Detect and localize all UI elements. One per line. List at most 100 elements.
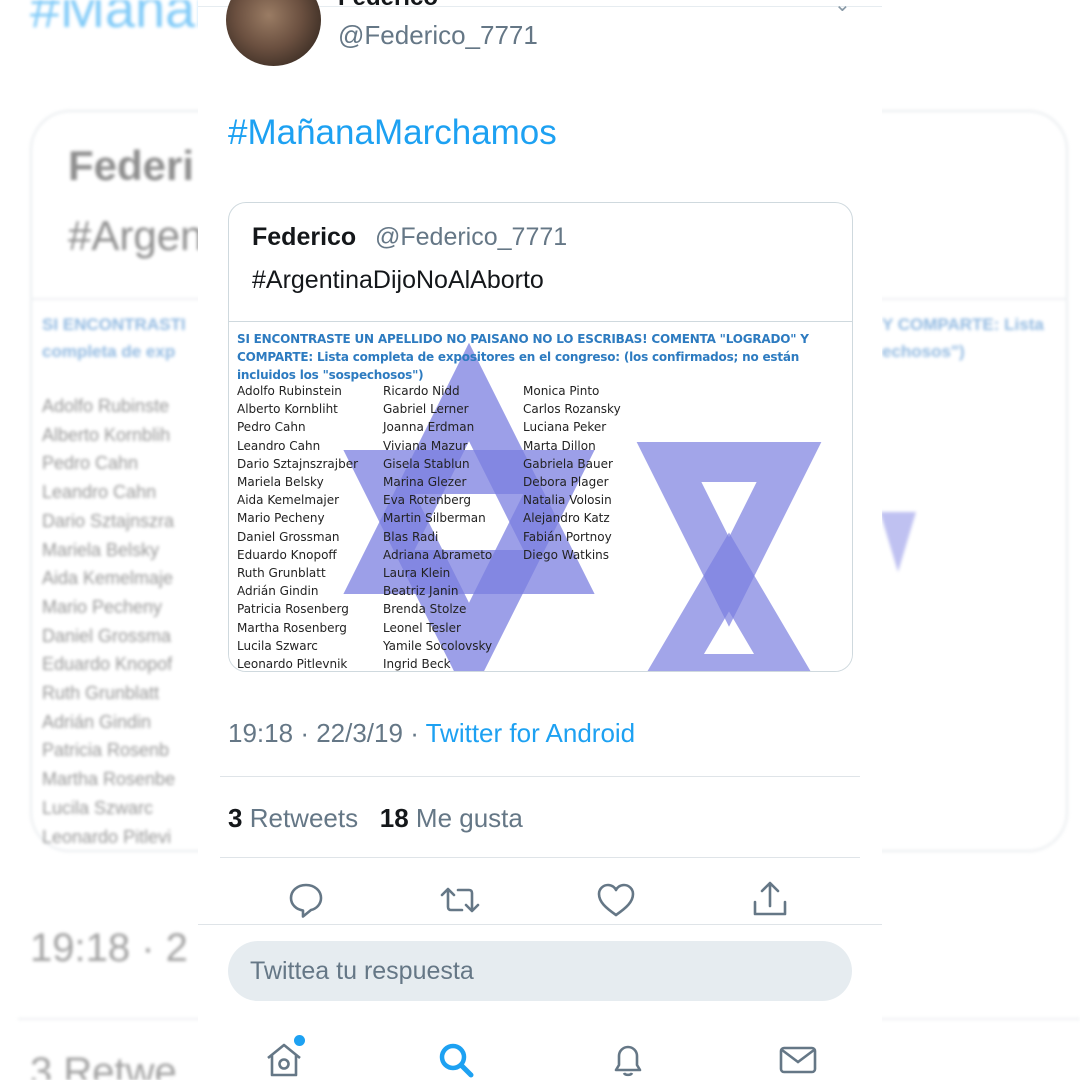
notifications-icon[interactable] bbox=[606, 1038, 650, 1080]
expositor-name: Adriana Abrameto bbox=[383, 547, 493, 562]
bg-header-right-1: Y COMPARTE: Lista bbox=[882, 315, 1044, 334]
names-column-3: Monica Pinto Carlos Rozansky Luciana Peker… bbox=[523, 382, 621, 564]
expositor-name: Brenda Stolze bbox=[383, 602, 467, 617]
divider bbox=[220, 857, 860, 858]
expositor-name: Patricia Rosenberg bbox=[237, 602, 349, 617]
expositor-name: Gabriela Bauer bbox=[523, 456, 613, 471]
bg-expositor-name: Adolfo Rubinste bbox=[42, 396, 170, 416]
expositor-name: Lucila Szwarc bbox=[237, 638, 318, 653]
reply-input[interactable]: Twittea tu respuesta bbox=[228, 941, 852, 1001]
bg-expositor-name: Leonardo Pitlevi bbox=[42, 826, 172, 847]
search-icon[interactable] bbox=[434, 1038, 478, 1080]
tweet-detail-panel: Federico @Federico_7771 ⌄ #MañanaMarcham… bbox=[198, 0, 882, 1080]
bg-expositor-name: Dario Sztajnszra bbox=[42, 510, 175, 531]
share-icon[interactable] bbox=[748, 878, 792, 922]
bg-expositor-name: Eduardo Knopof bbox=[42, 654, 173, 675]
expositor-name: Aida Kemelmajer bbox=[237, 493, 340, 508]
expositor-name: Gabriel Lerner bbox=[383, 402, 469, 417]
expositor-name: Yamile Socolovsky bbox=[383, 638, 493, 653]
quoted-tweet[interactable]: Federico @Federico_7771 #ArgentinaDijoNo… bbox=[228, 202, 853, 672]
expositor-name: Ruth Grunblatt bbox=[237, 566, 326, 581]
expositor-name: Mariela Belsky bbox=[237, 475, 324, 490]
bg-header-left-2: completa de exp bbox=[42, 342, 176, 361]
bg-expositor-name: Alberto Kornblih bbox=[42, 424, 171, 445]
messages-icon[interactable] bbox=[776, 1038, 820, 1080]
divider bbox=[220, 776, 860, 777]
tweet-actions bbox=[198, 878, 882, 922]
bg-expositor-name: Mariela Belsky bbox=[42, 539, 160, 560]
expositor-name: Gisela Stablun bbox=[383, 456, 470, 471]
bg-name-list: Adolfo Rubinste Alberto Kornblih Pedro Cah… bbox=[42, 392, 175, 851]
bg-retweets: 3 Retwe bbox=[30, 1050, 177, 1080]
retweet-icon[interactable] bbox=[438, 878, 482, 922]
bg-header-left-1: SI ENCONTRASTI bbox=[42, 315, 186, 334]
quoted-author-handle: @Federico_7771 bbox=[375, 223, 568, 251]
expositor-name: Eduardo Knopoff bbox=[237, 547, 337, 562]
tweet-date: 22/3/19 bbox=[316, 718, 403, 748]
bg-expositor-name: Daniel Grossma bbox=[42, 625, 172, 646]
bg-expositor-name: Lucila Szwarc bbox=[42, 797, 154, 818]
bg-time: 19:18 · 2 bbox=[30, 926, 188, 970]
author-name[interactable]: Federico bbox=[338, 0, 438, 12]
retweets-label[interactable]: Retweets bbox=[250, 803, 358, 833]
tweet-meta: 19:18 · 22/3/19 · Twitter for Android bbox=[228, 718, 635, 749]
expositor-name: Dario Sztajnszrajber bbox=[237, 456, 359, 471]
expositor-name: Eva Rotenberg bbox=[383, 493, 472, 508]
bg-name: Federi bbox=[68, 142, 195, 189]
quoted-image[interactable]: SI ENCONTRASTE UN APELLIDO NO PAISANO NO… bbox=[229, 321, 852, 672]
bg-expositor-name: Adrián Gindin bbox=[42, 711, 152, 732]
meta-separator: · bbox=[410, 718, 426, 748]
author-handle[interactable]: @Federico_7771 bbox=[338, 20, 538, 51]
expositor-name: Ingrid Beck bbox=[383, 657, 451, 672]
expositor-name: Joanna Erdman bbox=[383, 420, 475, 435]
chevron-down-icon[interactable]: ⌄ bbox=[834, 0, 851, 17]
divider bbox=[198, 924, 882, 925]
bg-expositor-name: Leandro Cahn bbox=[42, 482, 157, 503]
names-column-2: Ricardo Nidd Gabriel Lerner Joanna Erdman V… bbox=[383, 382, 493, 672]
expositor-name: Debora Plager bbox=[523, 475, 609, 490]
expositor-name: Leonel Tesler bbox=[383, 620, 461, 635]
expositor-name: Laura Klein bbox=[383, 566, 451, 581]
retweets-count[interactable]: 3 bbox=[228, 803, 242, 833]
bg-expositor-name: Ruth Grunblatt bbox=[42, 683, 160, 704]
bg-star-fragment bbox=[880, 512, 916, 572]
reply-icon[interactable] bbox=[284, 878, 328, 922]
expositor-name: Carlos Rozansky bbox=[523, 402, 621, 417]
expositor-name: Luciana Peker bbox=[523, 420, 607, 435]
meta-separator: · bbox=[300, 718, 317, 748]
tweet-stats: 3 Retweets 18 Me gusta bbox=[228, 803, 523, 834]
expositor-name: Leandro Cahn bbox=[237, 438, 321, 453]
expositor-name: Leonardo Pitlevnik bbox=[237, 657, 348, 672]
tweet-time: 19:18 bbox=[228, 718, 294, 748]
expositor-name: Adrián Gindin bbox=[237, 584, 319, 599]
expositor-name: Blas Radi bbox=[383, 529, 439, 544]
quoted-tweet-text: #ArgentinaDijoNoAlAborto bbox=[252, 266, 544, 294]
notification-dot bbox=[294, 1035, 305, 1046]
expositor-name: Marta Dillon bbox=[523, 438, 596, 453]
bg-expositor-name: Patricia Rosenb bbox=[42, 740, 170, 761]
quoted-author-name: Federico bbox=[252, 223, 357, 251]
expositor-name: Alberto Kornbliht bbox=[237, 402, 338, 417]
expositor-name: Monica Pinto bbox=[523, 384, 600, 398]
expositor-name: Pedro Cahn bbox=[237, 420, 306, 435]
expositor-name: Martha Rosenberg bbox=[237, 620, 347, 635]
expositor-name: Ricardo Nidd bbox=[383, 384, 460, 398]
avatar[interactable] bbox=[226, 0, 321, 66]
expositor-name: Natalia Volosin bbox=[523, 493, 612, 508]
expositor-name: Viviana Mazur bbox=[383, 438, 468, 453]
expositor-name: Fabián Portnoy bbox=[523, 529, 612, 544]
names-column-1: Adolfo Rubinstein Alberto Kornbliht Pedro … bbox=[237, 382, 359, 672]
like-icon[interactable] bbox=[594, 878, 638, 922]
expositor-name: Martin Silberman bbox=[383, 511, 486, 526]
image-header-text: SI ENCONTRASTE UN APELLIDO NO PAISANO NO… bbox=[237, 332, 809, 382]
expositor-name: Adolfo Rubinstein bbox=[237, 384, 342, 398]
likes-count[interactable]: 18 bbox=[380, 803, 409, 833]
expositor-name: Mario Pecheny bbox=[237, 511, 325, 526]
expositor-name: Marina Glezer bbox=[383, 475, 467, 490]
likes-label[interactable]: Me gusta bbox=[416, 803, 523, 833]
expositor-name: Beatriz Janin bbox=[383, 584, 459, 599]
bg-expositor-name: Martha Rosenbe bbox=[42, 769, 176, 790]
tweet-source-link[interactable]: Twitter for Android bbox=[426, 718, 636, 748]
expositor-name: Diego Watkins bbox=[523, 547, 610, 562]
tweet-text[interactable]: #MañanaMarchamos bbox=[228, 113, 557, 153]
